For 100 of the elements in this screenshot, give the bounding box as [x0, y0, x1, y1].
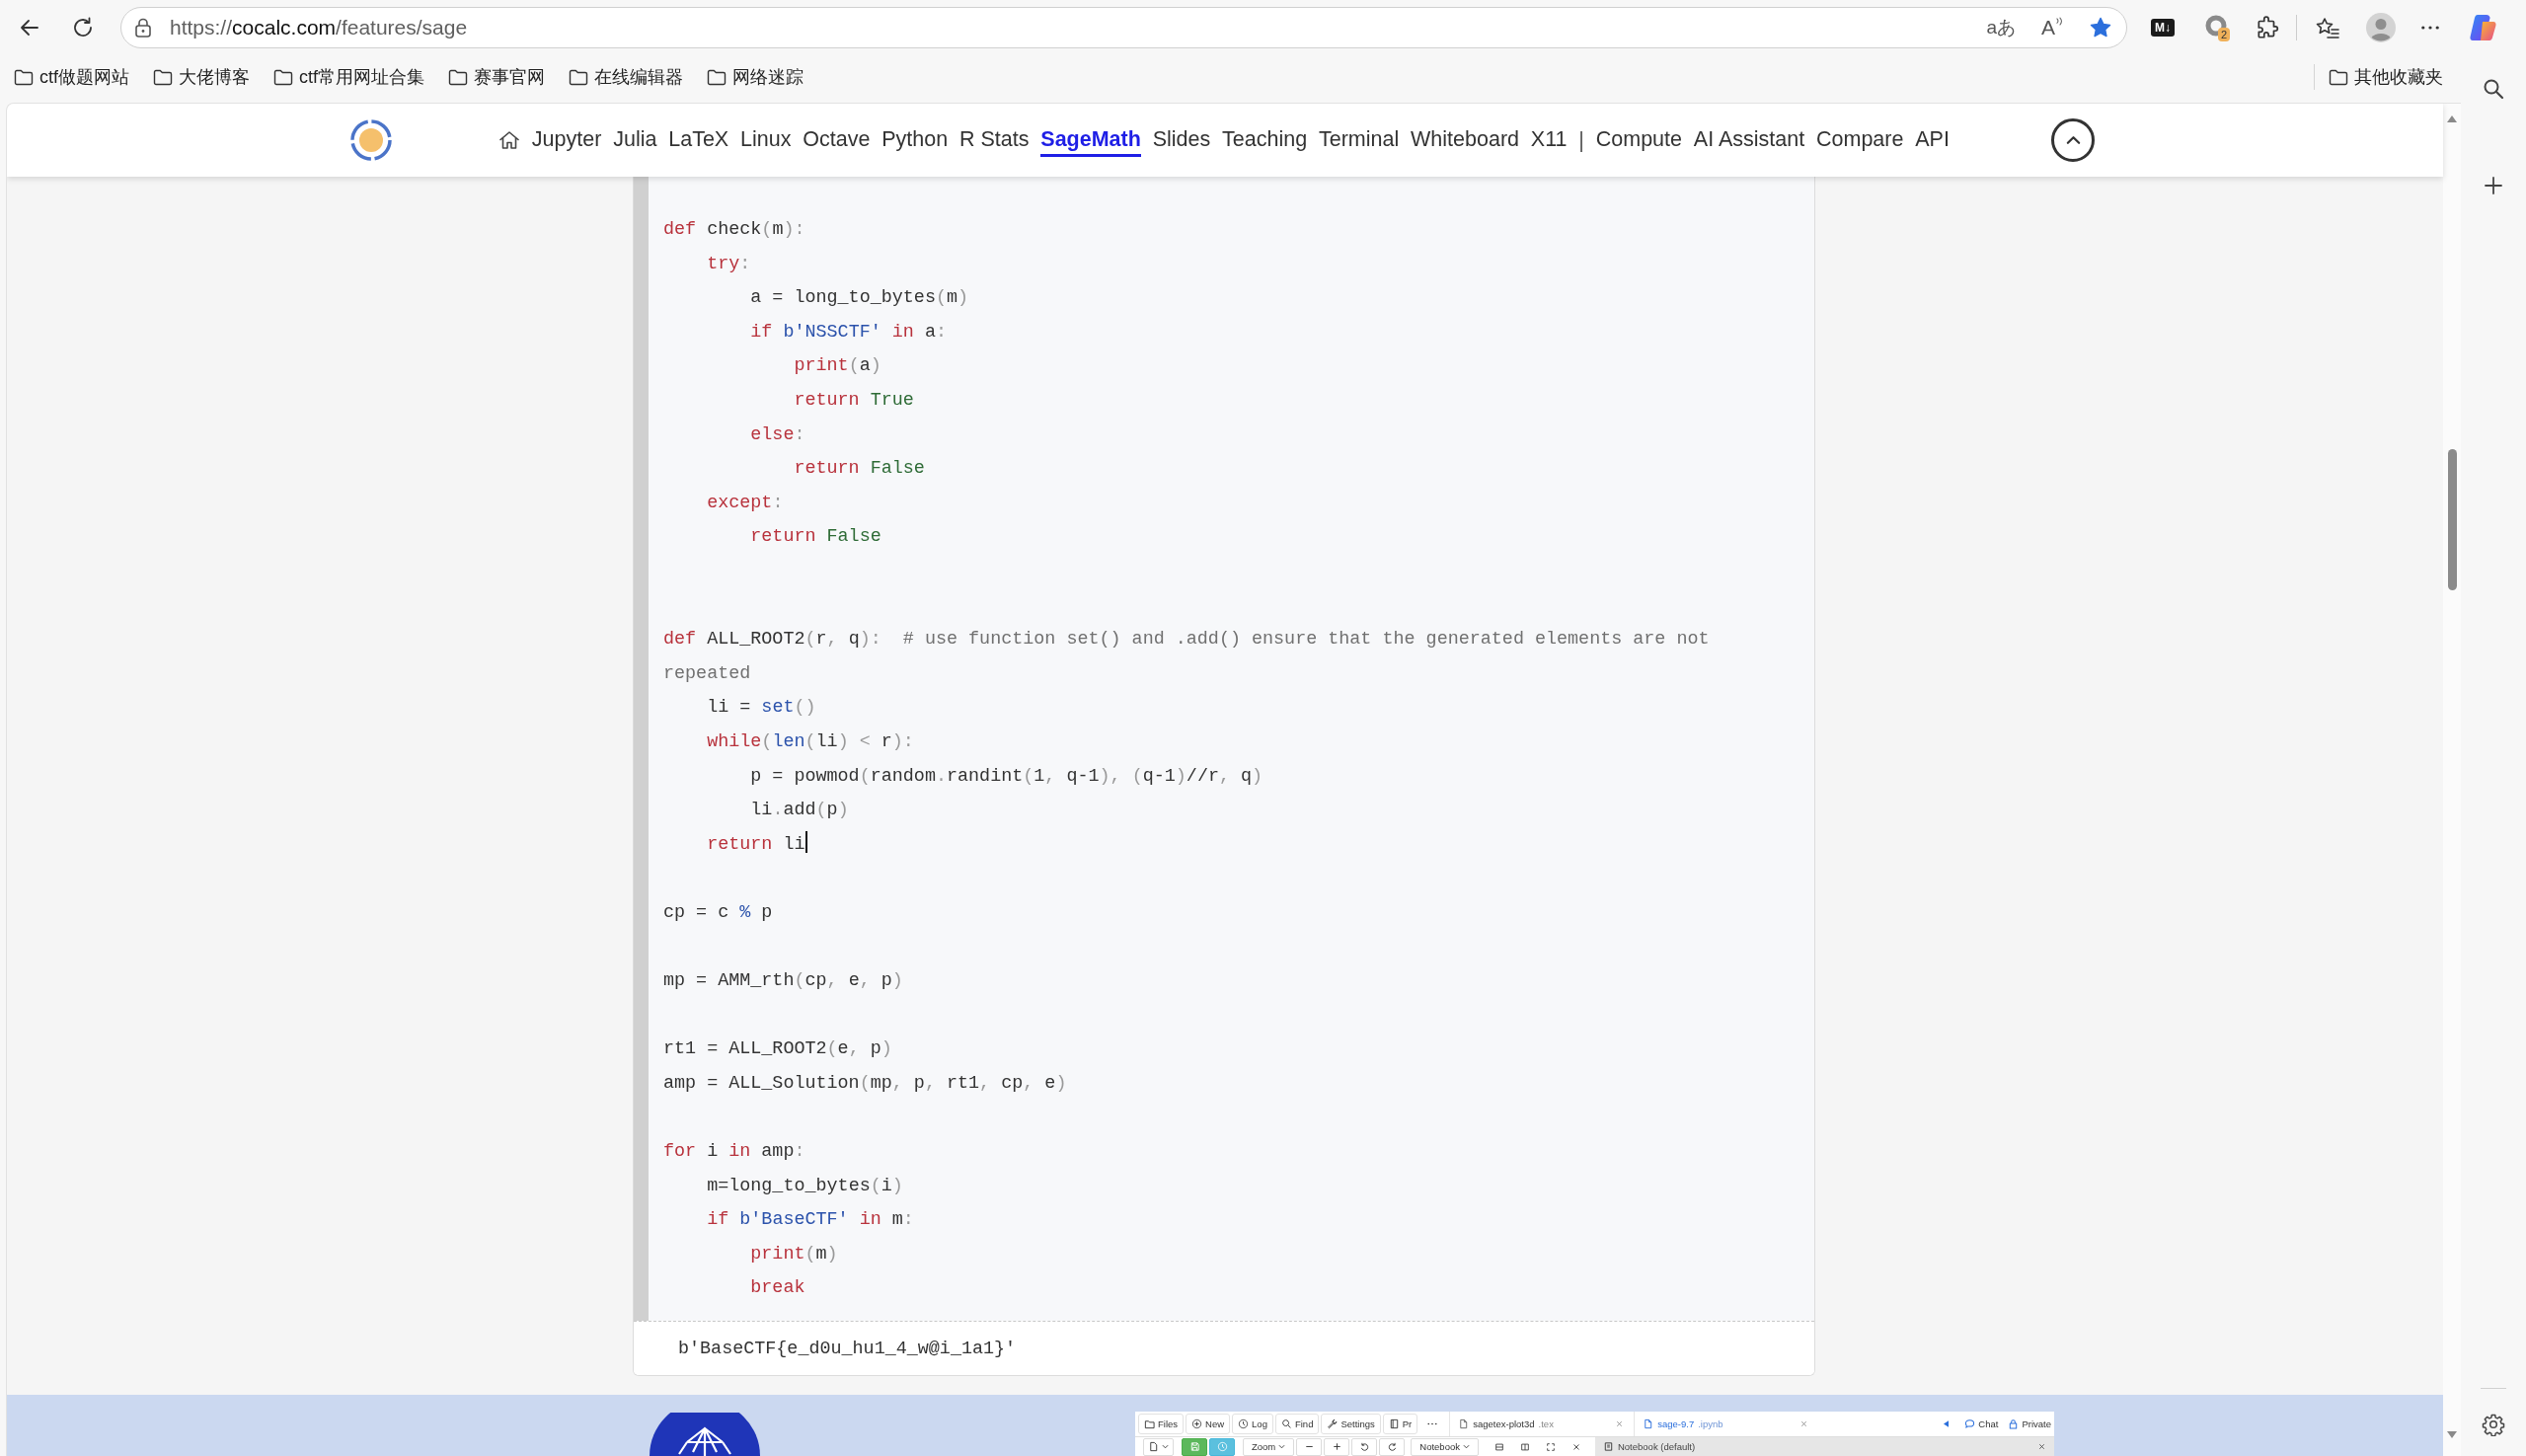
expand-icon[interactable]	[1545, 1441, 1556, 1452]
save-button[interactable]	[1182, 1437, 1207, 1456]
scroll-to-top-button[interactable]	[2051, 118, 2095, 162]
bookmark-folder[interactable]: 大佬博客	[153, 65, 250, 89]
redo-button[interactable]	[1379, 1437, 1406, 1456]
toolbar-button[interactable]: Files	[1138, 1414, 1185, 1434]
scrollbar[interactable]	[2443, 104, 2461, 1456]
toolbar-button[interactable]: Chat	[1964, 1418, 1999, 1429]
split-columns-icon[interactable]	[1519, 1441, 1530, 1452]
chat-bubble-icon	[1964, 1418, 1976, 1429]
nav-link[interactable]: Julia	[613, 123, 657, 157]
zoom-menu-button[interactable]: Zoom	[1243, 1437, 1295, 1456]
nav-link[interactable]: Terminal	[1319, 123, 1400, 157]
nav-link[interactable]: Linux	[740, 123, 792, 157]
nav-link[interactable]: Teaching	[1222, 123, 1308, 157]
extension-count: 2	[2218, 28, 2231, 41]
bookmark-folder[interactable]: ctf常用网址合集	[273, 65, 425, 89]
caret-left-icon[interactable]	[1944, 1420, 1950, 1427]
more-icon[interactable]	[1427, 1422, 1438, 1425]
scrollbar-thumb[interactable]	[2447, 449, 2457, 590]
nav-link[interactable]: LaTeX	[668, 123, 729, 157]
nav-link[interactable]: R Stats	[958, 123, 1030, 157]
nav-link[interactable]: Slides	[1152, 123, 1211, 157]
settings-icon[interactable]	[2482, 1413, 2505, 1436]
favorites-icon[interactable]	[2315, 15, 2340, 40]
lock-icon	[2008, 1418, 2020, 1429]
code-line: def check(m):	[663, 219, 805, 240]
code-line: try:	[706, 253, 751, 274]
undo-icon	[1358, 1441, 1370, 1452]
translate-button[interactable]: aあ	[1986, 15, 2016, 40]
code-line: rt1 = ALL_ROOT2(e, p)	[663, 1038, 892, 1060]
nav-separator: |	[1578, 127, 1584, 153]
bookmark-folder[interactable]: 赛事官网	[448, 65, 546, 89]
toolbar-button[interactable]: Pr	[1382, 1414, 1418, 1434]
book-icon	[1388, 1418, 1400, 1429]
code-line: return False	[793, 458, 925, 480]
favorite-star-icon[interactable]	[2089, 16, 2112, 39]
folder-icon	[448, 68, 469, 86]
code-line: li = set()	[706, 697, 816, 719]
code-line: else:	[749, 423, 805, 445]
zoom-in-button[interactable]	[1324, 1437, 1350, 1456]
split-rows-icon[interactable]	[1493, 1441, 1504, 1452]
clock-icon	[1216, 1441, 1228, 1452]
puzzle-icon[interactable]	[2255, 15, 2280, 40]
nav-link[interactable]: Compare	[1816, 123, 1904, 157]
file-icon	[1643, 1418, 1654, 1429]
code-line: amp = ALL_Solution(mp, p, rt1, cp, e)	[663, 1072, 1067, 1094]
toolbar-button[interactable]: Log	[1232, 1414, 1273, 1434]
folder-icon	[2329, 68, 2348, 86]
close-icon[interactable]	[2037, 1442, 2046, 1451]
plus-icon	[1331, 1441, 1342, 1452]
code-line: a = long_to_bytes(m)	[749, 287, 969, 309]
nav-link[interactable]: Jupyter	[531, 123, 602, 157]
wrench-icon	[1327, 1418, 1339, 1429]
nav-link[interactable]: X11	[1530, 123, 1568, 157]
colorful-logo-icon[interactable]	[2469, 13, 2498, 42]
document-menu-button[interactable]	[1143, 1437, 1174, 1456]
code-line: li.add(p)	[749, 800, 849, 821]
url-text: https://cocalc.com/features/sage	[170, 16, 468, 39]
more-icon[interactable]	[2421, 26, 2439, 30]
nav-link[interactable]: Octave	[803, 123, 871, 157]
toolbar-button[interactable]: Private	[2008, 1418, 2051, 1429]
nav-link[interactable]: AI Assistant	[1693, 123, 1805, 157]
nav-link[interactable]: Python	[881, 123, 949, 157]
nav-link[interactable]: Compute	[1595, 123, 1682, 157]
plus-icon[interactable]	[2482, 174, 2505, 197]
nav-link[interactable]: Whiteboard	[1411, 123, 1519, 157]
avatar-icon[interactable]	[2366, 13, 2396, 42]
close-icon[interactable]	[1570, 1441, 1581, 1452]
scroll-down-arrow-icon[interactable]	[2447, 1431, 2457, 1438]
search-icon	[1280, 1418, 1292, 1429]
toolbar-button[interactable]: Find	[1274, 1414, 1320, 1434]
code-line: return False	[749, 526, 881, 548]
search-icon[interactable]	[2482, 77, 2505, 101]
toolbar-button[interactable]: Settings	[1321, 1414, 1381, 1434]
scroll-up-arrow-icon[interactable]	[2447, 115, 2457, 122]
bookmark-folder[interactable]: 在线编辑器	[569, 65, 684, 89]
bookmark-folder[interactable]: 网络迷踪	[707, 65, 804, 89]
nav-link[interactable]: API	[1915, 123, 1950, 157]
output-text: b'BaseCTF{e_d0u_hu1_4_w@i_1a1}'	[678, 1338, 1017, 1359]
code-line: m=long_to_bytes(i)	[706, 1175, 903, 1196]
undo-button[interactable]	[1351, 1437, 1378, 1456]
bookmark-folder[interactable]: 其他收藏夹	[2329, 65, 2443, 89]
folder-icon	[14, 68, 34, 86]
lock-icon[interactable]	[134, 18, 152, 38]
nav-link[interactable]: SageMath	[1040, 123, 1141, 157]
code-line: if b'NSSCTF' in a:	[749, 321, 947, 343]
bookmark-folder[interactable]: ctf做题网站	[14, 65, 129, 89]
logo-icon[interactable]	[349, 118, 393, 162]
markdown-extension-button[interactable]: M↓	[2151, 19, 2175, 37]
code-line: return True	[793, 389, 914, 411]
home-icon[interactable]	[498, 129, 520, 151]
notebook-menu-button[interactable]: Notebook	[1411, 1437, 1479, 1456]
address-bar[interactable]: https://cocalc.com/features/sage aあ A	[120, 7, 2127, 48]
refresh-icon[interactable]	[71, 16, 95, 39]
read-aloud-button[interactable]: A	[2041, 16, 2063, 39]
toolbar-button[interactable]: New	[1186, 1414, 1231, 1434]
code-line: return li	[706, 833, 805, 855]
clock-icon	[1238, 1418, 1250, 1429]
file-icon	[1458, 1418, 1470, 1429]
